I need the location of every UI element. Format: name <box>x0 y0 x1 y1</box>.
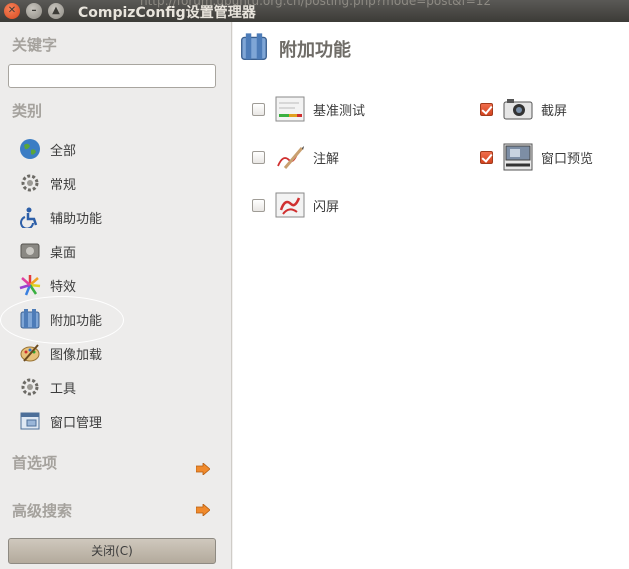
tools-icon <box>18 375 42 399</box>
category-tools[interactable]: 工具 <box>18 374 76 400</box>
plugin-splash[interactable]: 闪屏 <box>252 191 339 219</box>
category-label: 辅助功能 <box>50 211 103 227</box>
category-label: 工具 <box>50 381 77 397</box>
globe-icon <box>18 137 42 161</box>
extras-icon <box>239 32 269 66</box>
window-title: CompizConfig设置管理器 <box>78 5 256 21</box>
annotate-icon <box>275 143 305 171</box>
category-image-loading[interactable]: 图像加载 <box>18 340 102 366</box>
close-window-button[interactable]: ✕ <box>4 3 20 19</box>
filter-heading: 关键字 <box>12 36 58 54</box>
plugin-annotate[interactable]: 注解 <box>252 143 339 171</box>
category-window-management[interactable]: 窗口管理 <box>18 408 102 434</box>
plugin-label: 基准测试 <box>313 103 366 119</box>
category-all[interactable]: 全部 <box>18 136 76 162</box>
plugin-label: 闪屏 <box>313 199 340 215</box>
plugin-checkbox[interactable] <box>252 150 265 164</box>
window-management-icon <box>18 409 42 433</box>
category-label: 图像加载 <box>50 347 103 363</box>
gear-icon <box>18 171 42 195</box>
benchmark-icon <box>275 95 305 123</box>
plugin-checkbox[interactable] <box>252 198 265 212</box>
advanced-search-link[interactable]: 高级搜索 <box>12 500 72 521</box>
maximize-window-button[interactable]: ▲ <box>48 3 64 19</box>
plugin-checkbox[interactable] <box>252 102 265 116</box>
splash-icon <box>275 191 305 219</box>
category-extras[interactable]: 附加功能 <box>18 306 102 332</box>
category-label: 桌面 <box>50 245 77 261</box>
close-button[interactable]: 关闭(C) <box>8 538 216 564</box>
category-accessibility[interactable]: 辅助功能 <box>18 204 102 230</box>
page-header: 附加功能 <box>239 32 351 66</box>
window-preview-icon <box>503 143 533 171</box>
title-bar: http://forum.ubuntu.org.cn/posting.php?m… <box>0 0 629 22</box>
arrow-right-icon[interactable] <box>196 504 210 516</box>
category-effects[interactable]: 特效 <box>18 272 76 298</box>
extras-icon <box>18 307 42 331</box>
category-general[interactable]: 常规 <box>18 170 76 196</box>
plugin-label: 注解 <box>313 151 340 167</box>
arrow-right-icon[interactable] <box>196 463 210 475</box>
plugin-benchmark[interactable]: 基准测试 <box>252 95 365 123</box>
category-label: 特效 <box>50 279 77 295</box>
category-desktop[interactable]: 桌面 <box>18 238 76 264</box>
effects-icon <box>18 273 42 297</box>
page-title: 附加功能 <box>279 40 351 61</box>
accessibility-icon <box>18 205 42 229</box>
category-label: 窗口管理 <box>50 415 103 431</box>
category-label: 全部 <box>50 143 77 159</box>
filter-input[interactable] <box>8 64 216 88</box>
main-panel: 附加功能 基准测试 截屏 注解 窗口预览 闪屏 <box>233 22 629 569</box>
plugin-screenshot[interactable]: 截屏 <box>480 95 567 123</box>
camera-icon <box>503 95 533 123</box>
desktop-icon <box>18 239 42 263</box>
category-heading: 类别 <box>12 102 43 120</box>
image-loading-icon <box>18 341 42 365</box>
plugin-checkbox[interactable] <box>480 102 493 116</box>
plugin-label: 窗口预览 <box>541 151 594 167</box>
plugin-window-preview[interactable]: 窗口预览 <box>480 143 593 171</box>
category-label: 附加功能 <box>50 313 103 329</box>
minimize-window-button[interactable]: – <box>26 3 42 19</box>
category-label: 常规 <box>50 177 77 193</box>
sidebar: 关键字 类别 全部 常规 辅助功能 桌面 特效 附加功能 图像加载 工具 窗口管… <box>0 22 232 569</box>
plugin-checkbox[interactable] <box>480 150 493 164</box>
plugin-label: 截屏 <box>541 103 568 119</box>
preferences-link[interactable]: 首选项 <box>12 452 57 473</box>
